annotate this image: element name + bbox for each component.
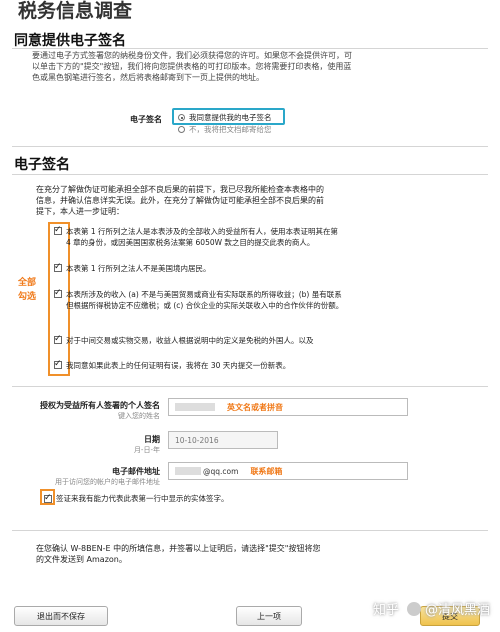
checkbox-checked-icon[interactable] [44, 493, 52, 503]
esign-intro: 在充分了解做伪证可能承担全部不良后果的前提下，我已尽我所能检查本表格中的信息，并… [36, 185, 324, 216]
certification-item-4[interactable]: 对于中间交易或实物交易，收益人根据说明中的定义是免税的外国人。以及 [54, 334, 344, 346]
certification-text: 我同意如果此表上的任何证明有误，我将在 30 天内提交一份新表。 [66, 361, 291, 370]
page-title: 税务信息调查 [18, 0, 133, 22]
divider [12, 386, 488, 387]
certification-text: 本表第 1 行所列之法人不是美国境内居民。 [66, 264, 211, 273]
author-avatar-icon [406, 601, 421, 616]
radio-consent-no-label: 不，我将把文档邮寄给您 [189, 125, 272, 134]
certification-item-2[interactable]: 本表第 1 行所列之法人不是美国境内居民。 [54, 262, 344, 274]
signer-name-label: 授权为受益所有人签署的个人签名 [40, 401, 160, 410]
divider [12, 146, 488, 147]
checkbox-checked-icon[interactable] [54, 334, 62, 344]
signer-hint: 英文名或者拼音 [227, 402, 283, 412]
divider [12, 48, 488, 49]
date-label: 日期 [144, 435, 160, 444]
date-sublabel: 月-日-年 [133, 446, 160, 454]
email-label: 电子邮件地址 [112, 467, 160, 476]
certification-text: 对于中间交易或实物交易，收益人根据说明中的定义是免税的外国人。以及 [66, 336, 314, 345]
radio-selected-icon[interactable] [178, 114, 185, 121]
divider [12, 174, 488, 175]
save-exit-button[interactable]: 退出而不保存 [14, 606, 108, 626]
email-input[interactable]: @qq.com 联系邮箱 [168, 462, 408, 480]
watermark-brand: 知乎 [372, 603, 399, 618]
radio-consent-no[interactable]: 不，我将把文档邮寄给您 [178, 124, 272, 135]
certification-item-1[interactable]: 本表第 1 行所列之法人是本表涉及的全部收入的受益所有人，使用本表证明其在第 4… [54, 225, 344, 248]
previous-button[interactable]: 上一项 [236, 606, 302, 626]
signature-confirm[interactable]: 签证来我有能力代表此表第一行中显示的实体签字。 [44, 493, 229, 504]
redacted-name [175, 403, 215, 411]
checkbox-checked-icon[interactable] [54, 288, 62, 298]
email-hint: 联系邮箱 [250, 466, 283, 476]
consent-section-title: 同意提供电子签名 [14, 33, 126, 49]
checkbox-checked-icon[interactable] [54, 359, 62, 369]
email-value: @qq.com [203, 466, 239, 476]
watermark-author-group: @清风黑酒 [406, 599, 490, 618]
email-sublabel: 用于访问您的帐户的电子邮件地址 [55, 478, 160, 486]
signature-confirm-text: 签证来我有能力代表此表第一行中显示的实体签字。 [56, 494, 229, 503]
radio-consent-yes-label: 我同意提供我的电子签名 [189, 113, 272, 122]
certification-item-5[interactable]: 我同意如果此表上的任何证明有误，我将在 30 天内提交一份新表。 [54, 359, 344, 371]
esign-consent-label: 电子签名 [130, 115, 162, 124]
watermark: 知乎 @清风黑酒 [373, 599, 490, 618]
consent-intro: 要通过电子方式签署您的纳税身份文件，我们必须获得您的许可。如果您不会提供许可，可… [32, 51, 352, 82]
radio-consent-yes[interactable]: 我同意提供我的电子签名 [178, 112, 272, 123]
certification-text: 本表所涉及的收入 (a) 不是与美国贸易或商业有实际联系的所得收益；(b) 虽有… [66, 290, 344, 310]
signer-name-sublabel: 键入您的姓名 [118, 412, 160, 420]
signer-name-input[interactable]: 英文名或者拼音 [168, 398, 408, 416]
footer-instructions: 在您确认 W-8BEN-E 中的所填信息，并签署以上证明后，请选择"提交"按钮将… [36, 544, 321, 564]
certification-text: 本表第 1 行所列之法人是本表涉及的全部收入的受益所有人，使用本表证明其在第 4… [66, 227, 339, 247]
checkbox-checked-icon[interactable] [54, 225, 62, 235]
check-all-annotation: 全部 勾选 [18, 278, 37, 302]
divider [12, 530, 488, 531]
date-field: 10-10-2016 [168, 431, 278, 449]
watermark-author: @清风黑酒 [424, 603, 490, 618]
checkbox-checked-icon[interactable] [54, 262, 62, 272]
certification-item-3[interactable]: 本表所涉及的收入 (a) 不是与美国贸易或商业有实际联系的所得收益；(b) 虽有… [54, 288, 344, 311]
esign-section-title: 电子签名 [14, 157, 70, 173]
redacted-email [175, 467, 201, 475]
radio-unselected-icon[interactable] [178, 126, 185, 133]
